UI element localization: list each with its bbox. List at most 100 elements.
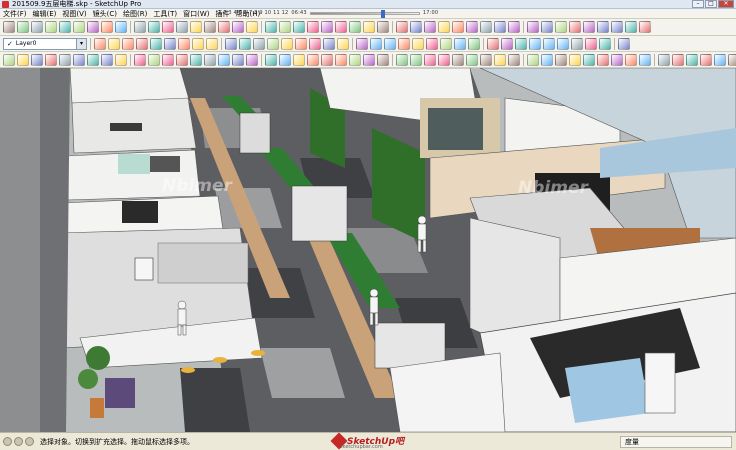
fillet-icon[interactable] [162, 53, 174, 66]
minimize-button[interactable]: – [692, 0, 704, 8]
menu-draw[interactable]: 绘图(R) [120, 9, 150, 19]
3d-text-icon[interactable] [466, 21, 478, 33]
join-icon[interactable] [148, 53, 160, 66]
chevron-down-icon[interactable]: ▾ [76, 38, 86, 49]
extrude-icon[interactable] [190, 53, 202, 66]
zoom-icon[interactable] [508, 21, 520, 33]
textured-icon[interactable] [225, 37, 237, 50]
polygon-icon[interactable] [279, 21, 291, 33]
offset-icon[interactable] [377, 21, 389, 33]
orbit-icon[interactable] [480, 21, 492, 33]
file-icon[interactable] [3, 21, 15, 33]
previous-icon[interactable] [555, 21, 567, 33]
close-button[interactable]: ✕ [718, 0, 734, 8]
cut-icon[interactable] [45, 21, 57, 33]
paint-icon[interactable] [190, 21, 202, 33]
circle-icon[interactable] [265, 21, 277, 33]
next-icon[interactable] [569, 21, 581, 33]
rotate-icon[interactable] [335, 21, 347, 33]
chamfer-icon[interactable] [176, 53, 188, 66]
user-icon[interactable] [25, 437, 34, 446]
outer-shell-icon[interactable] [585, 37, 597, 50]
hidden-line-icon[interactable] [192, 37, 204, 50]
shadow-time-slider[interactable] [309, 9, 420, 18]
text-icon[interactable] [438, 21, 450, 33]
top-icon[interactable] [94, 37, 106, 50]
split-icon[interactable] [571, 37, 583, 50]
dimension-icon[interactable] [410, 21, 422, 33]
angle-icon[interactable] [611, 53, 623, 66]
grid-icon[interactable] [625, 53, 637, 66]
print-icon[interactable] [134, 21, 146, 33]
axes-icon[interactable] [452, 21, 464, 33]
left-icon[interactable] [150, 37, 162, 50]
group-icon[interactable] [17, 53, 29, 66]
select-icon[interactable] [162, 21, 174, 33]
iso-icon[interactable] [639, 21, 651, 33]
make-component-icon[interactable] [176, 21, 188, 33]
line-icon[interactable] [218, 21, 230, 33]
fog-icon[interactable] [454, 37, 466, 50]
match-photo-icon[interactable] [468, 37, 480, 50]
open-icon[interactable] [17, 21, 29, 33]
menu-file[interactable]: 文件(F) [0, 9, 30, 19]
right-icon[interactable] [122, 37, 134, 50]
export-icon[interactable] [363, 53, 375, 66]
area-icon[interactable] [583, 53, 595, 66]
intersect-icon[interactable] [543, 37, 555, 50]
model-info-icon[interactable] [148, 21, 160, 33]
push-pull-icon[interactable] [321, 21, 333, 33]
section-plane-icon[interactable] [625, 21, 637, 33]
share-icon[interactable] [356, 37, 368, 50]
extension-icon[interactable] [370, 37, 382, 50]
snap-icon[interactable] [639, 53, 651, 66]
warehouse-icon[interactable] [337, 37, 349, 50]
ruler-icon[interactable] [686, 53, 698, 66]
cleanup-icon[interactable] [438, 53, 450, 66]
measurements-box[interactable]: 度量 [620, 436, 732, 448]
arc-icon[interactable] [232, 21, 244, 33]
soften-icon[interactable] [101, 53, 113, 66]
freehand-icon[interactable] [293, 21, 305, 33]
scenes-icon[interactable] [426, 37, 438, 50]
move-icon[interactable] [307, 21, 319, 33]
copy-icon[interactable] [59, 21, 71, 33]
save-icon[interactable] [31, 21, 43, 33]
zoom-window-icon[interactable] [527, 21, 539, 33]
undo-icon[interactable] [101, 21, 113, 33]
paste-icon[interactable] [73, 21, 85, 33]
array-icon[interactable] [599, 37, 611, 50]
subdivide-icon[interactable] [279, 53, 291, 66]
loft-icon[interactable] [204, 53, 216, 66]
unhide-icon[interactable] [59, 53, 71, 66]
attribute-icon[interactable] [508, 53, 520, 66]
front-icon[interactable] [108, 37, 120, 50]
shaded-icon[interactable] [206, 37, 218, 50]
layers-icon[interactable] [398, 37, 410, 50]
import-icon[interactable] [377, 53, 389, 66]
weld-icon[interactable] [134, 53, 146, 66]
rectangle-icon[interactable] [246, 21, 258, 33]
erase-icon[interactable] [87, 21, 99, 33]
styles-icon[interactable] [440, 37, 452, 50]
credits-icon[interactable] [14, 437, 23, 446]
hide-icon[interactable] [45, 53, 57, 66]
guide-icon[interactable] [658, 53, 670, 66]
smooth-icon[interactable] [115, 53, 127, 66]
menu-camera[interactable]: 镜头(C) [90, 9, 120, 19]
look-around-icon[interactable] [611, 21, 623, 33]
explode-icon[interactable] [31, 53, 43, 66]
menu-view[interactable]: 视图(V) [59, 9, 89, 19]
dynamic-icon[interactable] [480, 53, 492, 66]
camera-icon[interactable] [349, 53, 361, 66]
protractor-icon[interactable] [424, 21, 436, 33]
maximize-button[interactable]: □ [705, 0, 717, 8]
xray-icon[interactable] [164, 37, 176, 50]
shadow-icon[interactable] [728, 53, 736, 66]
tag-icon[interactable] [541, 53, 553, 66]
align-icon[interactable] [618, 37, 630, 50]
pan-icon[interactable] [494, 21, 506, 33]
solid-subtract-icon[interactable] [529, 37, 541, 50]
vertex-icon[interactable] [265, 53, 277, 66]
unlock-icon[interactable] [87, 53, 99, 66]
